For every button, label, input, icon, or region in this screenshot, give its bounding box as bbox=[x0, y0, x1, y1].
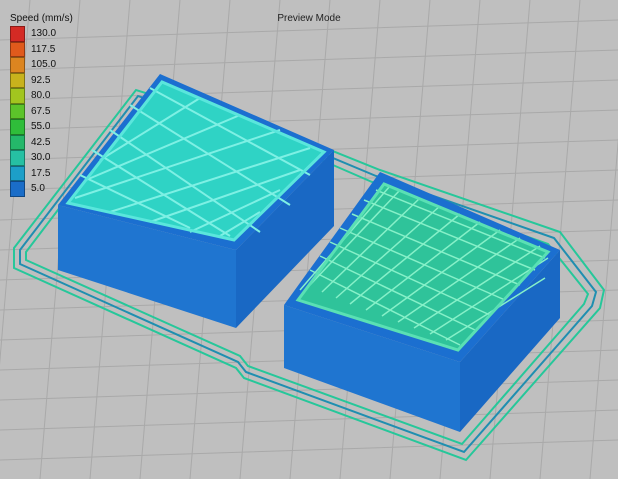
speed-legend: Speed (mm/s) 130.0 117.5 105.0 92.5 80.0 67.5… bbox=[10, 13, 73, 197]
legend-item: 17.5 bbox=[10, 165, 73, 181]
legend-item: 130.0 bbox=[10, 26, 73, 42]
legend-swatch bbox=[10, 26, 25, 42]
legend-label: 130.0 bbox=[31, 28, 57, 40]
legend-swatch bbox=[10, 181, 25, 197]
legend-item: 117.5 bbox=[10, 41, 73, 57]
legend-label: 117.5 bbox=[31, 43, 56, 55]
legend-label: 92.5 bbox=[31, 74, 51, 86]
legend-label: 30.0 bbox=[31, 152, 51, 164]
3d-preview-viewport[interactable]: Preview Mode Speed (mm/s) 130.0 117.5 105.… bbox=[0, 0, 618, 479]
legend-label: 80.0 bbox=[31, 90, 51, 102]
legend-label: 105.0 bbox=[31, 59, 57, 71]
legend-swatch bbox=[10, 150, 25, 166]
legend-swatch bbox=[10, 57, 25, 73]
preview-mode-title: Preview Mode bbox=[277, 13, 341, 24]
legend-label: 67.5 bbox=[31, 105, 51, 117]
legend-swatch bbox=[10, 165, 25, 181]
preview-scene bbox=[0, 0, 618, 479]
legend-label: 42.5 bbox=[31, 136, 51, 148]
legend-item: 105.0 bbox=[10, 57, 73, 73]
legend-item: 80.0 bbox=[10, 88, 73, 104]
legend-item: 67.5 bbox=[10, 103, 73, 119]
legend-rows: 130.0 117.5 105.0 92.5 80.0 67.5 55.0 42.5 30.0 1… bbox=[10, 26, 73, 197]
legend-title: Speed (mm/s) bbox=[10, 13, 73, 24]
legend-swatch bbox=[10, 134, 25, 150]
legend-item: 42.5 bbox=[10, 134, 73, 150]
left-part bbox=[58, 74, 334, 328]
legend-item: 55.0 bbox=[10, 119, 73, 135]
legend-swatch bbox=[10, 41, 25, 57]
legend-item: 30.0 bbox=[10, 150, 73, 166]
legend-item: 5.0 bbox=[10, 181, 73, 197]
legend-label: 5.0 bbox=[31, 183, 45, 195]
legend-swatch bbox=[10, 119, 25, 135]
legend-label: 17.5 bbox=[31, 167, 51, 179]
legend-label: 55.0 bbox=[31, 121, 51, 133]
legend-item: 92.5 bbox=[10, 72, 73, 88]
legend-swatch bbox=[10, 72, 25, 88]
legend-swatch bbox=[10, 103, 25, 119]
legend-swatch bbox=[10, 88, 25, 104]
